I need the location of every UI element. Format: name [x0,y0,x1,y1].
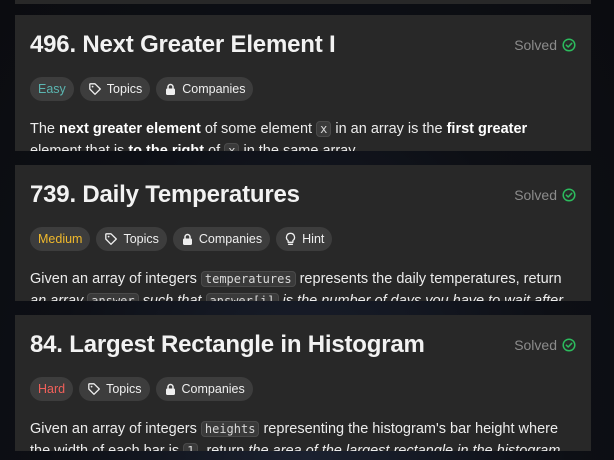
tag-row: Hard Topics Companies [30,377,576,401]
topics-button[interactable]: Topics [79,77,151,101]
tag-icon [105,233,118,245]
companies-button[interactable]: Companies [156,77,254,101]
status-label: Solved [514,187,557,203]
solved-status: Solved [514,337,576,353]
inline-code: x [224,143,240,151]
difficulty-badge: Medium [30,227,91,251]
tag-icon [88,383,101,395]
lock-icon [166,83,176,95]
problem-card-84[interactable]: 84. Largest Rectangle in Histogram Solve… [15,315,591,451]
solved-status: Solved [514,187,576,203]
problem-title[interactable]: 496. Next Greater Element I [30,31,336,59]
difficulty-badge: Easy [30,77,74,101]
problem-card-739[interactable]: 739. Daily Temperatures Solved Medium To… [15,165,591,301]
inline-code: 1 [183,443,199,451]
problem-title[interactable]: 84. Largest Rectangle in Histogram [30,331,425,359]
inline-code: x [316,121,332,137]
tag-row: Medium Topics Companies Hint [30,227,576,251]
inline-code: answer[i] [205,293,279,301]
problem-description: The next greater element of some element… [30,118,578,151]
inline-code: heights [200,421,260,437]
companies-button[interactable]: Companies [155,377,253,401]
problem-description: Given an array of integers heights repre… [30,418,578,451]
difficulty-badge: Hard [30,377,74,401]
problem-card-496[interactable]: 496. Next Greater Element I Solved Easy … [15,15,591,151]
lightbulb-icon [286,232,296,245]
hint-button[interactable]: Hint [276,227,333,251]
companies-label: Companies [181,382,245,396]
topics-button[interactable]: Topics [79,377,150,401]
companies-label: Companies [182,82,246,96]
topics-label: Topics [123,232,159,246]
previous-card-edge [15,0,591,4]
check-circle-icon [562,188,576,202]
hint-label: Hint [302,232,325,246]
inline-code: answer [87,293,139,301]
topics-label: Topics [106,382,142,396]
topics-label: Topics [106,82,143,96]
check-circle-icon [562,38,576,52]
status-label: Solved [514,37,557,53]
lock-icon [182,233,192,245]
lock-icon [165,383,175,395]
tag-row: Easy Topics Companies [30,77,576,101]
companies-button[interactable]: Companies [172,227,271,251]
status-label: Solved [514,337,557,353]
problem-title[interactable]: 739. Daily Temperatures [30,181,300,209]
problem-description: Given an array of integers temperatures … [30,268,578,301]
companies-label: Companies [198,232,263,246]
solved-status: Solved [514,37,576,53]
check-circle-icon [562,338,576,352]
tag-icon [88,83,101,95]
inline-code: temperatures [200,271,296,287]
topics-button[interactable]: Topics [96,227,167,251]
